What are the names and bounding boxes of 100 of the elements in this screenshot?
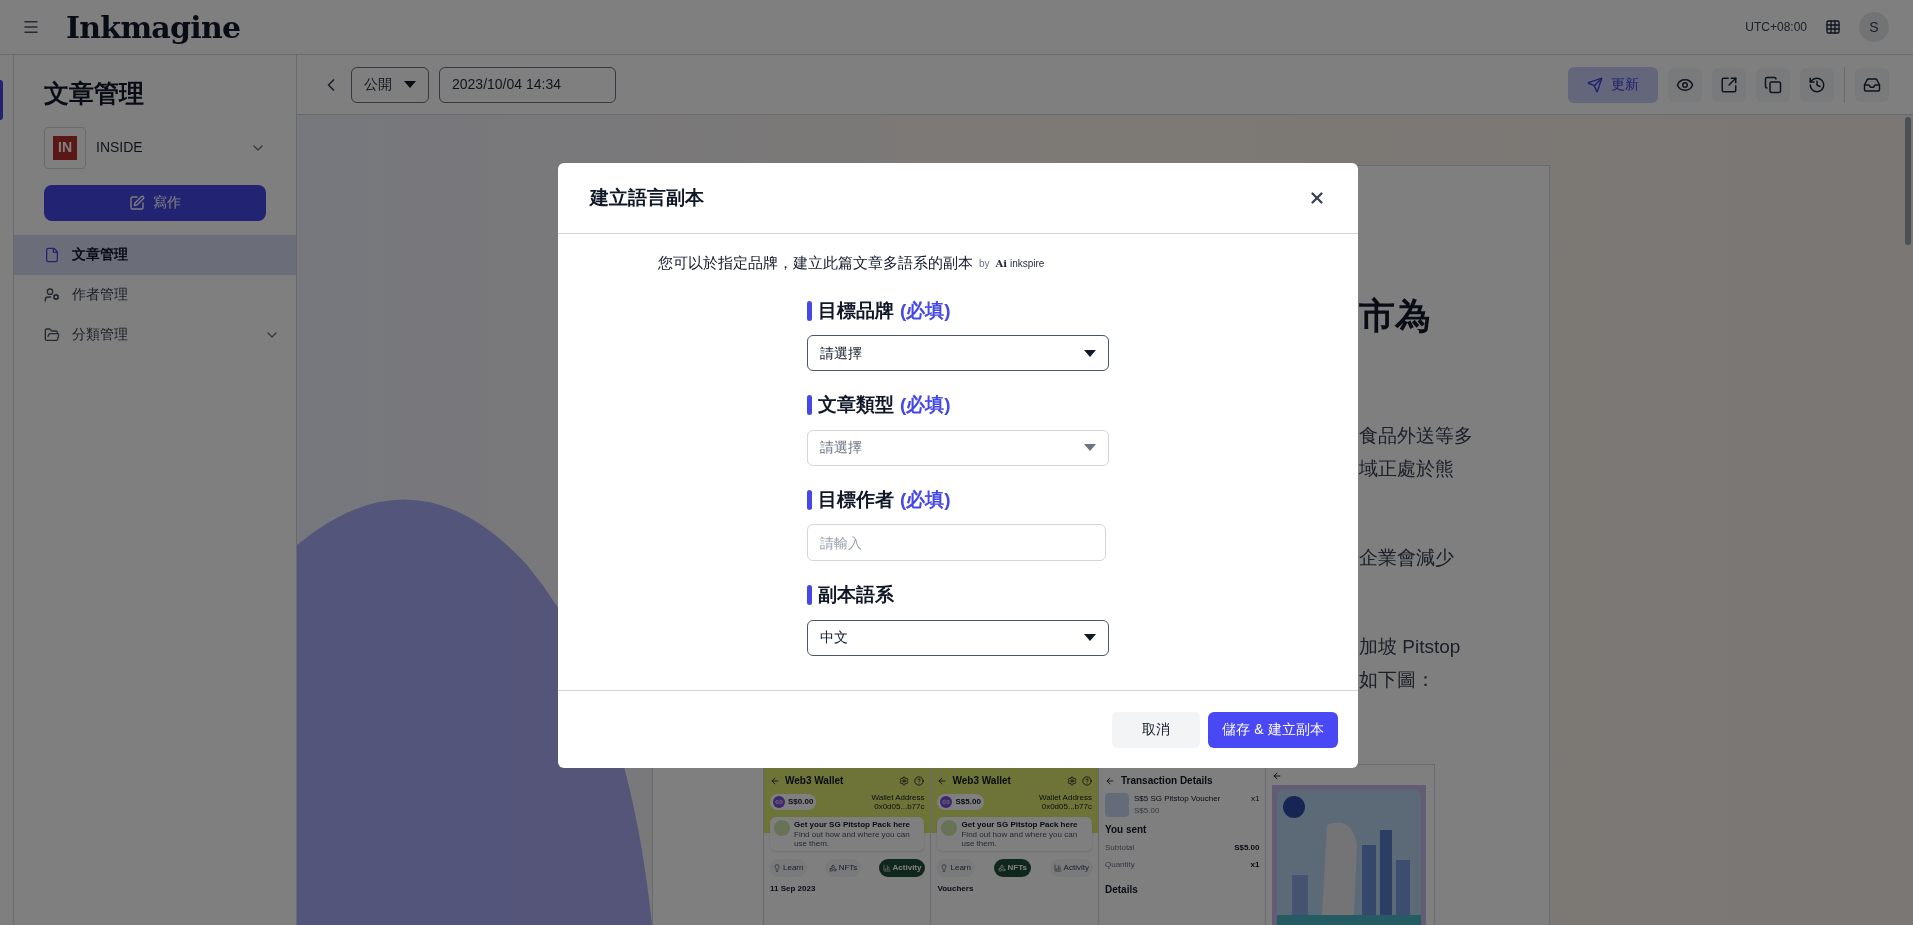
row-value: S$5.00: [1234, 842, 1260, 854]
link-icon: [775, 798, 783, 806]
promo-text: Find out how and where you can use them.: [794, 830, 911, 848]
back-arrow-icon: [937, 775, 948, 786]
screen-title: Web3 Wallet: [952, 774, 1012, 788]
address-label: Wallet Address: [871, 793, 925, 802]
label-accent-bar: [807, 489, 812, 510]
tray-icon[interactable]: [1855, 67, 1889, 102]
eye-icon[interactable]: [1668, 67, 1702, 102]
section-heading: 11 Sep 2023: [769, 883, 817, 895]
article-text: 如下圖：: [1359, 668, 1436, 692]
field-label: 目標品牌: [818, 298, 894, 323]
dialog-title: 建立語言副本: [590, 185, 704, 210]
screen-title: Transaction Details: [1120, 774, 1213, 788]
article-text: 食品外送等多: [1359, 424, 1474, 448]
select-field[interactable]: 中文: [807, 619, 1109, 656]
history-icon[interactable]: [1800, 67, 1834, 102]
sidebar-item[interactable]: 分類管理: [14, 314, 296, 355]
item-price: S$5.00: [1133, 805, 1161, 817]
sidebar-item[interactable]: 作者管理: [14, 274, 296, 315]
datetime-field[interactable]: 2023/10/04 14:34: [439, 66, 616, 103]
shapes-icon: [997, 864, 1006, 872]
help-icon: [914, 775, 925, 786]
voucher-thumbnail: [1104, 793, 1129, 817]
sidebar-item[interactable]: 文章管理: [14, 234, 296, 275]
address-label: Wallet Address: [1038, 793, 1092, 802]
label-accent-bar: [807, 395, 812, 416]
promo-title: Get your SG Pitstop Pack here: [961, 820, 1079, 830]
section-heading: You sent: [1104, 823, 1148, 837]
write-button[interactable]: 寫作: [44, 184, 266, 221]
article-text: 企業會減少: [1359, 546, 1455, 570]
apps-grid-icon[interactable]: [1825, 19, 1841, 35]
article-text: 加坡 Pitstop: [1359, 635, 1462, 659]
brand-name: INSIDE: [96, 138, 144, 157]
scrollbar[interactable]: [1905, 117, 1911, 245]
section-heading: Vouchers: [936, 883, 975, 895]
promo-text: Find out how and where you can use them.: [961, 830, 1079, 848]
timezone-label: UTC+08:00: [1745, 19, 1807, 36]
item-quantity: x1: [1251, 793, 1260, 805]
caret-icon: [1084, 444, 1096, 451]
menu-icon[interactable]: [22, 18, 40, 36]
help-icon: [1081, 775, 1092, 786]
settings-icon: [899, 775, 910, 786]
lightbulb-icon: [773, 864, 781, 872]
caret-icon: [1084, 349, 1096, 357]
balance-amount: S$0.00: [788, 796, 814, 808]
folder-icon: [44, 326, 60, 343]
field-label: 目標作者: [818, 487, 894, 512]
caret-icon: [404, 81, 416, 88]
document-icon: [44, 246, 60, 263]
sidebar-title: 文章管理: [43, 78, 145, 109]
wallet-address: 0x0d05...b77c: [1041, 802, 1092, 811]
dialog-description: 您可以於指定品牌，建立此篇文章多語系的副本: [658, 253, 973, 273]
shapes-icon: [828, 864, 837, 872]
lightbulb-icon: [940, 864, 949, 872]
select-field[interactable]: 請選擇: [807, 335, 1109, 371]
balance-amount: S$5.00: [955, 796, 981, 808]
back-arrow-icon: [1104, 775, 1115, 786]
required-note: (必填): [900, 298, 951, 323]
field-label: 文章類型: [818, 393, 894, 417]
input-field[interactable]: 請輸入: [807, 524, 1106, 561]
back-arrow-icon: [770, 775, 780, 786]
label-accent-bar: [807, 585, 812, 606]
link-icon: [942, 798, 951, 806]
app-logo[interactable]: Inkmagine: [66, 4, 241, 50]
brand-logo-mark: IN: [53, 135, 77, 160]
promo-illustration: [941, 820, 958, 836]
required-note: (必填): [900, 487, 951, 512]
external-link-icon[interactable]: [1712, 67, 1746, 102]
user-avatar[interactable]: S: [1859, 12, 1889, 42]
users-gear-icon: [44, 286, 60, 303]
update-button[interactable]: 更新: [1568, 66, 1658, 103]
label-accent-bar: [807, 300, 812, 321]
confirm-button[interactable]: 儲存 & 建立副本: [1208, 711, 1338, 748]
copy-icon[interactable]: [1756, 67, 1790, 102]
row-label: Subtotal: [1104, 842, 1135, 854]
row-label: Quantity: [1104, 859, 1135, 871]
cancel-button[interactable]: 取消: [1112, 711, 1200, 748]
screen-title: Web3 Wallet: [785, 774, 845, 788]
promo-title: Get your SG Pitstop Pack here: [794, 820, 912, 830]
close-icon[interactable]: [1308, 189, 1326, 207]
wallet-address: 0x0d05...b77c: [874, 802, 925, 811]
bar-chart-icon: [1053, 864, 1062, 872]
article-text: 域正處於熊: [1359, 457, 1455, 481]
section-heading: Details: [1104, 883, 1139, 897]
field-label: 副本語系: [818, 583, 894, 607]
settings-icon: [1066, 775, 1077, 786]
item-name: S$5 SG Pitstop Voucher: [1133, 793, 1222, 805]
attribution-by: by: [979, 256, 990, 271]
article-heading: 市為: [1359, 296, 1432, 336]
bar-chart-icon: [882, 864, 891, 872]
row-value: x1: [1250, 859, 1260, 871]
promo-illustration: [774, 820, 790, 836]
back-arrow-icon: [1272, 771, 1283, 781]
required-note: (必填): [900, 393, 951, 417]
send-icon: [1587, 76, 1603, 93]
caret-icon: [1084, 634, 1096, 641]
visibility-dropdown[interactable]: 公開: [351, 66, 429, 103]
pencil-icon: [129, 194, 145, 211]
attribution-logo: Ai inkspire: [995, 256, 1045, 271]
